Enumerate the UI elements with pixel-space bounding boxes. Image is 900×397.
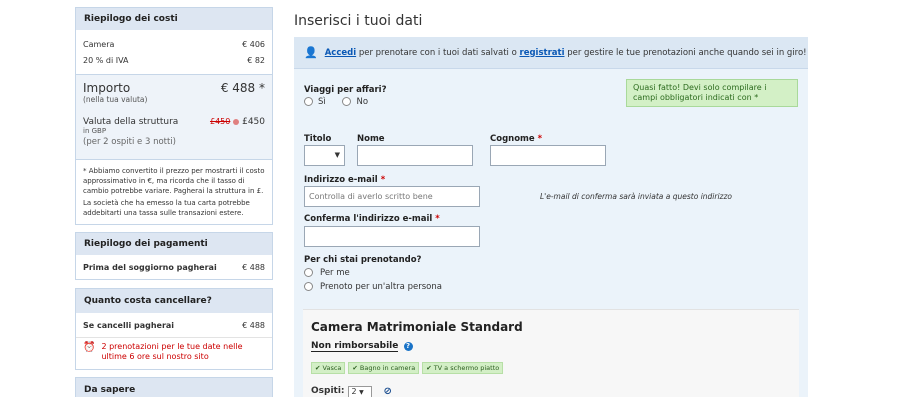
guests-select[interactable]: 2 ▼ — [347, 386, 372, 397]
amenity-tag: ✔ Bagno in camera — [348, 362, 420, 374]
surname-input[interactable] — [490, 145, 606, 166]
valuta-sub: in GBP — [83, 127, 107, 135]
email-label: Indirizzo e-mail * — [304, 175, 385, 185]
valuta-label: Valuta della struttura — [83, 117, 179, 127]
required-mark: * — [380, 175, 386, 185]
chevron-down-icon: ▼ — [334, 151, 340, 159]
login-bar: 👤 Accedi per prenotare con i tuoi dati s… — [294, 37, 808, 69]
register-link[interactable]: registrati — [520, 48, 565, 58]
conversion-note: * Abbiamo convertito il prezzo per mostr… — [83, 167, 265, 195]
for-other-radio[interactable] — [304, 282, 313, 291]
importo-sub: (nella tua valuta) — [83, 95, 148, 104]
amenity-text: TV a schermo piatto — [433, 364, 500, 372]
almost-done-message: Quasi fatto! Devi solo compilare i campi… — [626, 79, 798, 107]
cancel-row-value: € 488 — [242, 320, 265, 330]
importo-value: € 488 * — [220, 81, 265, 95]
cancel-row-label: Se cancelli pagherai — [83, 320, 175, 330]
valuta-values: £450 £450 — [210, 117, 265, 127]
cancel-cost-box: Quanto costa cancellare? Se cancelli pag… — [75, 288, 273, 370]
room-name: Camera Matrimoniale Standard — [311, 320, 523, 334]
cost-row-label: 20 % di IVA — [83, 55, 129, 65]
email-placeholder: Controlla di averlo scritto bene — [309, 192, 433, 201]
surname-label-text: Cognome — [490, 134, 535, 144]
demand-alert-text: 2 prenotazioni per le tue date nelle ult… — [101, 342, 243, 361]
business-question: Viaggi per affari? — [304, 85, 387, 95]
know-box: Da sapere — [75, 377, 273, 397]
for-me-radio[interactable] — [304, 268, 313, 277]
for-me-option[interactable]: Per me — [304, 268, 350, 278]
email-hint: L'e-mail di conferma sarà inviata a ques… — [540, 192, 733, 201]
login-link[interactable]: Accedi — [325, 48, 356, 58]
name-input[interactable] — [357, 145, 473, 166]
email-input[interactable]: Controlla di averlo scritto bene — [304, 186, 480, 207]
business-yes-label: Sì — [318, 97, 326, 107]
for-whom-question: Per chi stai prenotando? — [304, 255, 422, 265]
valuta-section: Valuta della struttura £450 £450 in GBP … — [76, 114, 272, 160]
user-icon: 👤 — [304, 46, 318, 59]
room-card: Camera Matrimoniale Standard Non rimbors… — [303, 309, 799, 397]
business-no-radio[interactable] — [342, 97, 352, 106]
valuta-new-price: £450 — [242, 117, 265, 127]
payment-row-label: Prima del soggiorno pagherai — [83, 262, 217, 272]
for-other-option[interactable]: Prenoto per un'altra persona — [304, 282, 442, 292]
amenity-text: Bagno in camera — [359, 364, 416, 372]
required-mark: * — [435, 214, 440, 224]
cancel-row: Se cancelli pagherai € 488 — [76, 313, 272, 337]
guests-label: Ospiti: — [311, 386, 345, 396]
demand-alert: ⏰ 2 prenotazioni per le tue date nelle u… — [76, 337, 272, 366]
importo-section: Importo € 488 * (nella tua valuta) — [76, 74, 272, 114]
no-smoking-icon: ⊘ — [383, 386, 392, 397]
amenity-tag: ✔ Vasca — [311, 362, 346, 374]
login-text: per prenotare con i tuoi dati salvati o — [358, 47, 517, 58]
guests-value: 2 — [351, 387, 357, 396]
cost-row-value: € 82 — [247, 55, 265, 65]
valuta-old-price: £450 — [209, 117, 231, 126]
title-select[interactable]: ▼ — [304, 145, 345, 166]
business-yes-radio[interactable] — [304, 97, 313, 106]
alarm-clock-icon: ⏰ — [83, 342, 96, 353]
amenity-tags: ✔ Vasca ✔ Bagno in camera ✔ TV a schermo p… — [311, 362, 506, 374]
business-no-label: No — [356, 97, 369, 107]
page-title: Inserisci i tuoi dati — [294, 13, 423, 29]
for-other-label: Prenoto per un'altra persona — [320, 282, 442, 292]
cost-summary-box: Riepilogo dei costi Camera € 406 20 % di… — [75, 7, 273, 225]
confirm-email-label: Conferma l'indirizzo e-mail * — [304, 214, 440, 224]
guests-nights: (per 2 ospiti e 3 notti) — [83, 137, 177, 147]
foreign-fee-note: La società che ha emesso la tua carta po… — [83, 199, 250, 217]
payment-row-value: € 488 — [242, 262, 265, 272]
rate-row: Non rimborsabile ? — [311, 341, 413, 352]
confirm-email-label-text: Conferma l'indirizzo e-mail — [304, 214, 433, 224]
email-label-text: Indirizzo e-mail — [304, 175, 378, 185]
importo-label: Importo — [83, 81, 131, 95]
rate-label: Non rimborsabile — [311, 341, 399, 352]
surname-label: Cognome * — [490, 134, 542, 144]
help-icon[interactable]: ? — [403, 342, 413, 351]
required-mark: * — [537, 134, 543, 144]
amenity-text: Vasca — [322, 364, 342, 372]
amenity-tag: ✔ TV a schermo piatto — [422, 362, 504, 374]
cost-summary-title: Riepilogo dei costi — [76, 8, 272, 30]
payment-summary-box: Riepilogo dei pagamenti Prima del soggio… — [75, 232, 273, 280]
login-text-end: per gestire le tue prenotazioni anche qu… — [567, 47, 807, 58]
payment-summary-title: Riepilogo dei pagamenti — [76, 233, 272, 255]
cost-row-room: Camera € 406 — [76, 36, 272, 52]
info-circle-icon — [233, 118, 240, 125]
guests-row: Ospiti: 2 ▼ ⊘ — [311, 386, 392, 397]
business-radio-group: Sì No — [304, 97, 368, 107]
for-me-label: Per me — [320, 268, 350, 278]
know-title: Da sapere — [76, 378, 272, 397]
payment-row: Prima del soggiorno pagherai € 488 — [76, 255, 272, 279]
cancel-cost-title: Quanto costa cancellare? — [76, 289, 272, 313]
chevron-down-icon: ▼ — [359, 389, 364, 396]
confirm-email-input[interactable] — [304, 226, 480, 247]
cost-row-value: € 406 — [242, 39, 265, 49]
name-label: Nome — [357, 134, 385, 144]
title-label: Titolo — [304, 134, 332, 144]
cost-row-label: Camera — [83, 39, 115, 49]
cost-row-vat: 20 % di IVA € 82 — [76, 52, 272, 68]
